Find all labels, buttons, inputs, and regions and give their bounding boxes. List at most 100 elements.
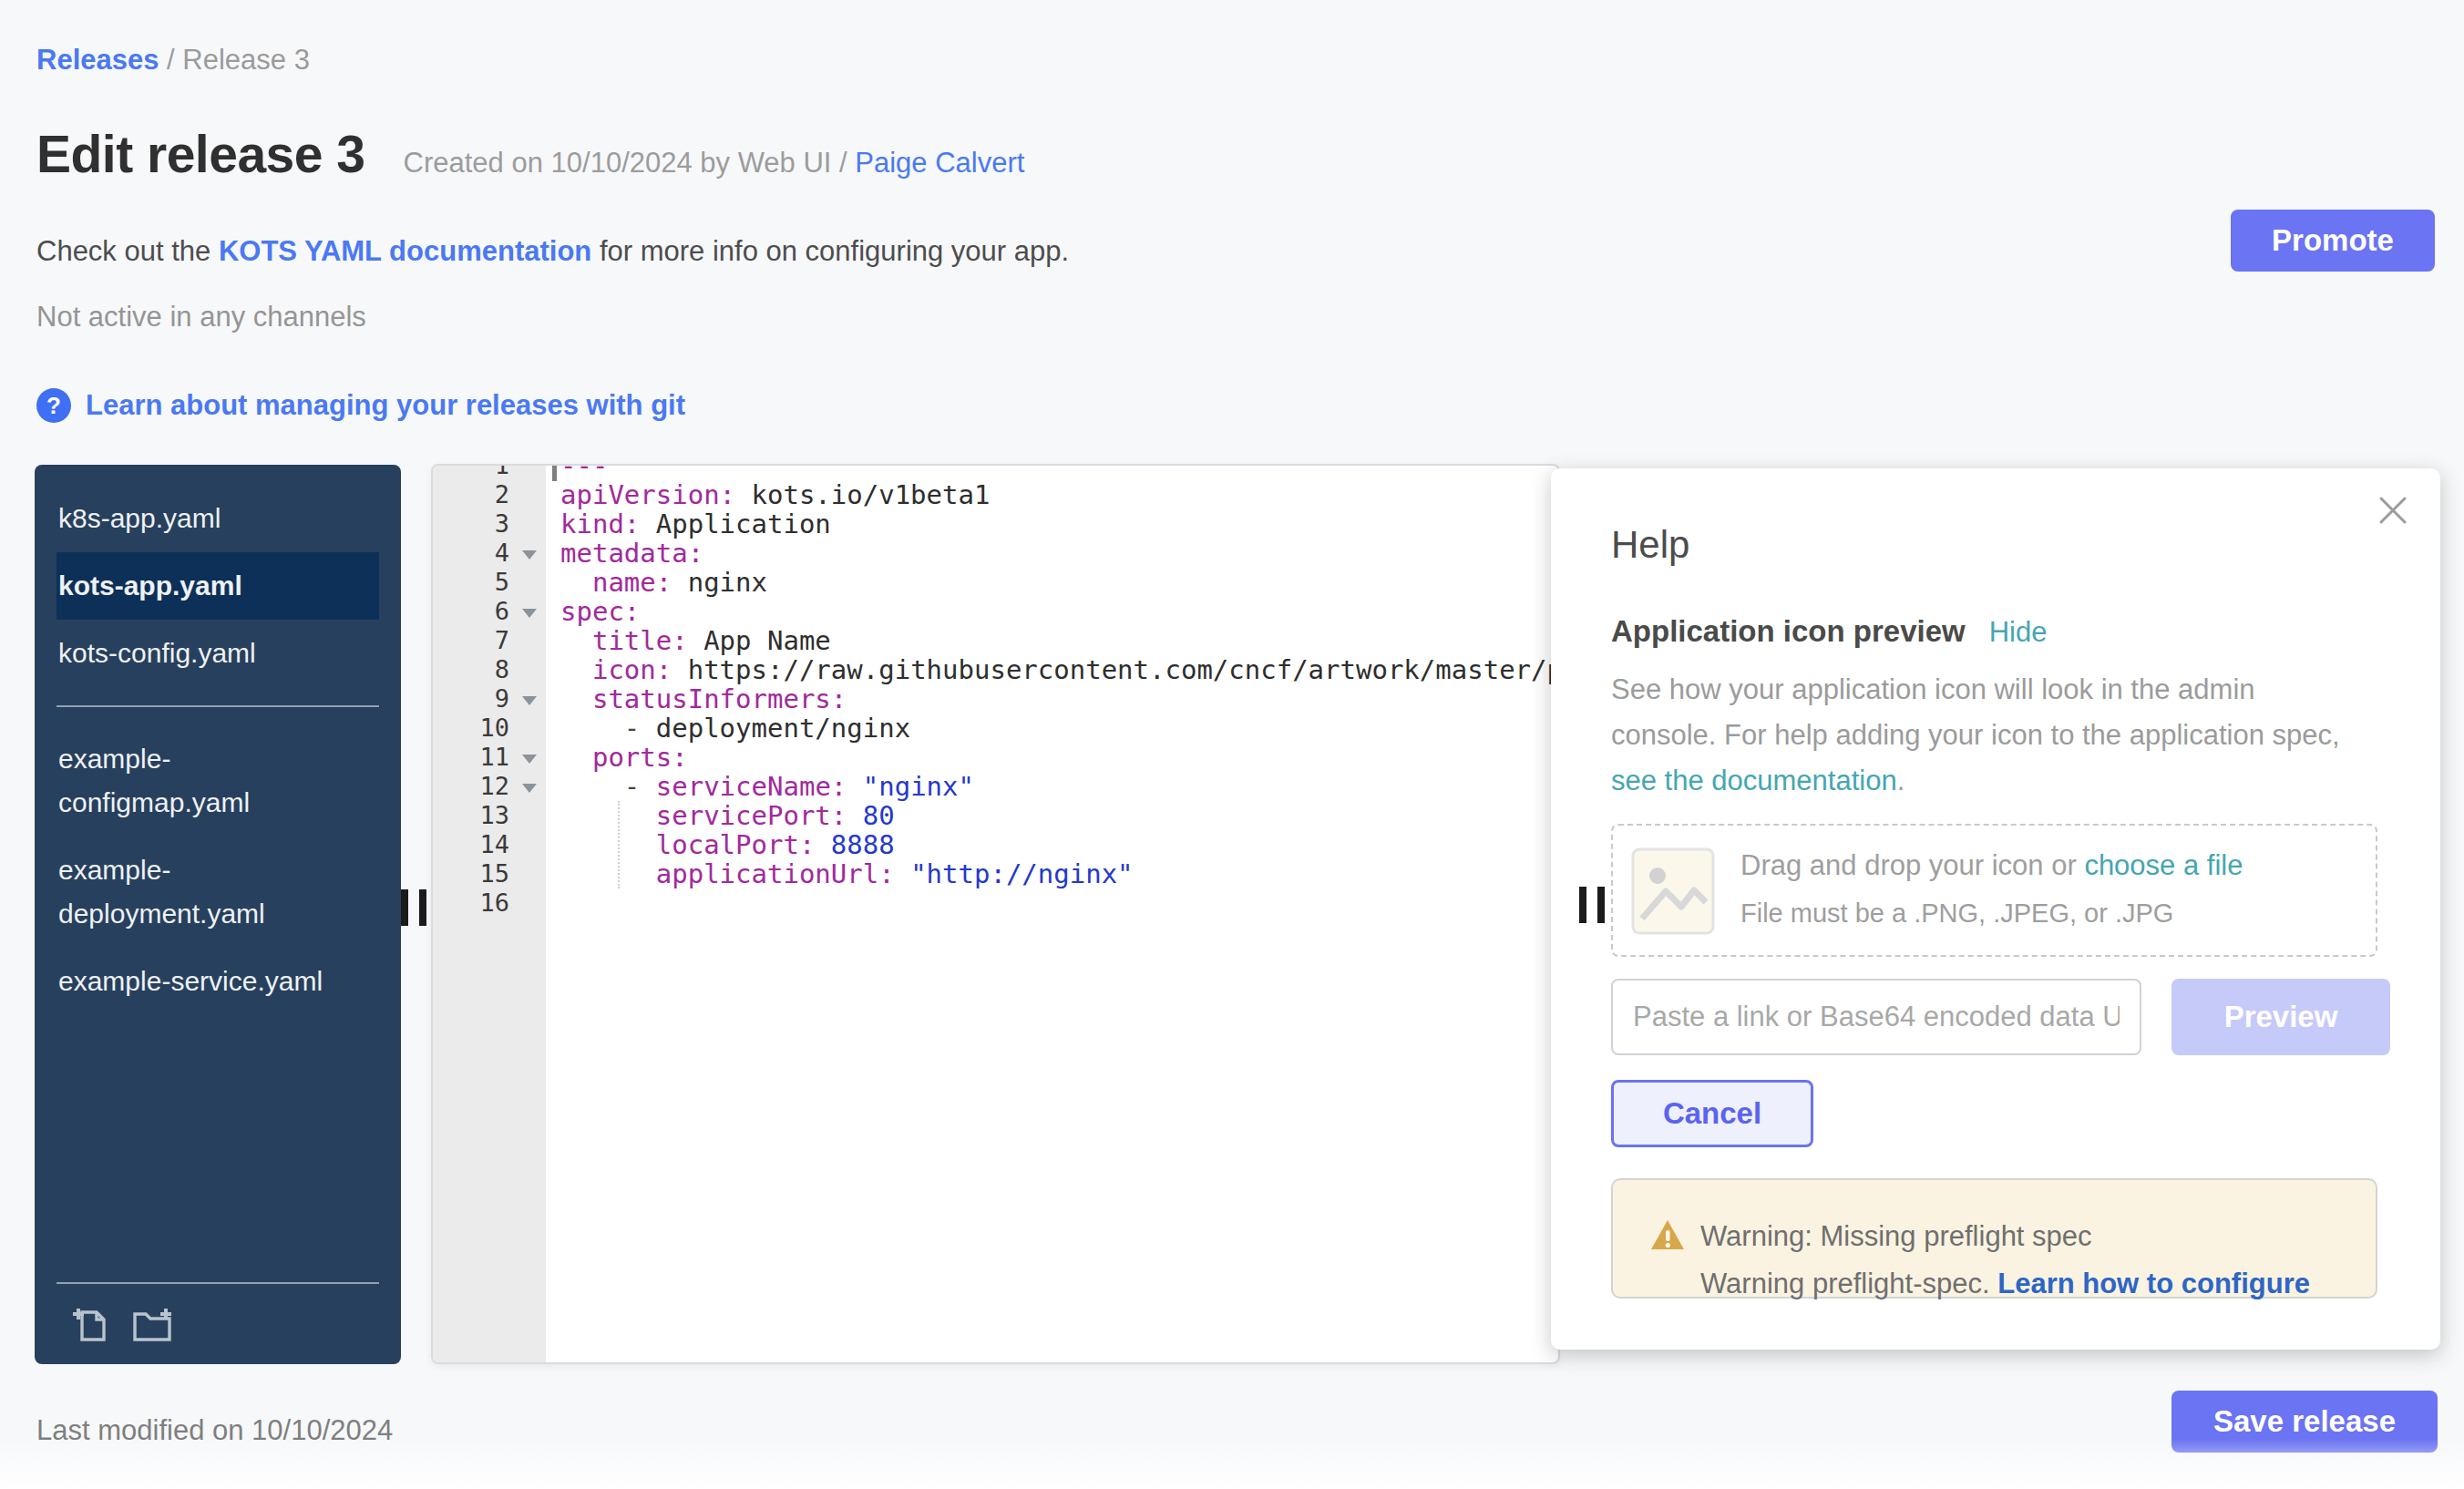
breadcrumb-releases-link[interactable]: Releases (36, 44, 159, 76)
intro-after: for more info on configuring your app. (591, 235, 1069, 267)
drop-instructions-text: Drag and drop your icon or (1740, 849, 2084, 881)
add-folder-icon[interactable] (129, 1303, 175, 1345)
fold-toggle-icon[interactable] (522, 696, 537, 705)
code-line-12: - serviceName: "nginx" (560, 772, 1558, 801)
gutter-line-12: 12 (433, 772, 546, 801)
gutter-line-8: 8 (433, 655, 546, 684)
file-item-k8s-app-yaml[interactable]: k8s-app.yaml (35, 485, 401, 552)
file-item-kots-app-yaml[interactable]: kots-app.yaml (56, 552, 379, 620)
gutter-line-1: 1 (433, 466, 546, 480)
intro-before: Check out the (36, 235, 219, 267)
fold-toggle-icon[interactable] (522, 755, 537, 764)
code-line-13: servicePort: 80 (560, 801, 1558, 830)
see-documentation-link[interactable]: see the documentation (1611, 765, 1897, 796)
help-panel: Help Application icon preview Hide See h… (1551, 468, 2440, 1350)
file-item-example-configmap-yaml[interactable]: example-configmap.yaml (35, 725, 401, 837)
gutter-line-2: 2 (433, 480, 546, 509)
pane-resize-handle-left[interactable] (401, 889, 426, 926)
file-sidebar: k8s-app.yamlkots-app.yamlkots-config.yam… (35, 465, 401, 1364)
kots-docs-link[interactable]: KOTS YAML documentation (219, 235, 591, 267)
code-line-15: applicationUrl: "http://nginx" (560, 859, 1558, 888)
learn-configure-link[interactable]: Learn how to configure (1997, 1268, 2310, 1299)
gutter-line-16: 16 (433, 888, 546, 918)
question-icon: ? (36, 388, 71, 423)
gutter-line-14: 14 (433, 830, 546, 859)
pane-resize-handle-right[interactable] (1579, 887, 1605, 923)
preflight-warning: Warning: Missing preflight spec Warning … (1611, 1178, 2377, 1299)
indent-guide (618, 801, 620, 888)
channel-status: Not active in any channels (36, 301, 366, 334)
warning-text: Warning: Missing preflight spec (1700, 1220, 2092, 1253)
icon-drop-area[interactable]: Drag and drop your icon or choose a file… (1611, 824, 2377, 957)
code-line-9: statusInformers: (560, 684, 1558, 714)
code-line-14: localPort: 8888 (560, 830, 1558, 859)
warning-detail-text: Warning preflight-spec. (1700, 1268, 1997, 1299)
gutter-line-6: 6 (433, 597, 546, 626)
section-title: Application icon preview (1611, 614, 1966, 649)
fold-toggle-icon[interactable] (522, 784, 537, 793)
gutter-line-11: 11 (433, 743, 546, 772)
created-info: Created on 10/10/2024 by Web UI / Paige … (404, 147, 1025, 180)
gutter-line-15: 15 (433, 859, 546, 888)
gutter-line-13: 13 (433, 801, 546, 830)
footer-fade (0, 1439, 2464, 1489)
header-row: Edit release 3 Created on 10/10/2024 by … (36, 124, 1024, 184)
close-icon[interactable] (2377, 494, 2409, 527)
fold-toggle-icon[interactable] (522, 550, 537, 560)
image-placeholder-icon (1631, 847, 1715, 935)
promote-button[interactable]: Promote (2231, 210, 2435, 272)
code-line-2: apiVersion: kots.io/v1beta1 (560, 480, 1558, 509)
icon-url-input[interactable] (1611, 979, 2141, 1055)
code-line-10: - deployment/nginx (560, 714, 1558, 743)
breadcrumb: Releases / Release 3 (36, 44, 310, 77)
file-item-kots-config-yaml[interactable]: kots-config.yaml (35, 620, 401, 687)
breadcrumb-current: Release 3 (182, 44, 310, 76)
icon-preview-section: Application icon preview Hide (1611, 614, 2048, 649)
preview-button[interactable]: Preview (2171, 979, 2390, 1055)
file-item-example-deployment-yaml[interactable]: example-deployment.yaml (35, 837, 401, 948)
yaml-editor[interactable]: 12345678910111213141516 ---apiVersion: k… (431, 464, 1560, 1364)
help-title: Help (1611, 523, 1689, 567)
git-help-row: ? Learn about managing your releases wit… (36, 388, 685, 423)
code-line-8: icon: https://raw.githubusercontent.com/… (560, 655, 1558, 684)
gutter-line-5: 5 (433, 568, 546, 597)
gutter-line-4: 4 (433, 539, 546, 568)
gutter-line-9: 9 (433, 684, 546, 714)
file-list: k8s-app.yamlkots-app.yamlkots-config.yam… (35, 465, 401, 1015)
breadcrumb-separator: / (159, 44, 182, 76)
intro-line: Check out the KOTS YAML documentation fo… (36, 235, 1069, 268)
code-line-3: kind: Application (560, 509, 1558, 539)
warning-icon (1649, 1218, 1686, 1251)
editor-cursor (552, 466, 557, 481)
file-group-divider (56, 705, 379, 707)
file-item-example-service-yaml[interactable]: example-service.yaml (35, 948, 401, 1015)
git-help-link[interactable]: Learn about managing your releases with … (86, 389, 685, 422)
add-file-icon[interactable] (69, 1303, 111, 1345)
hide-link[interactable]: Hide (1989, 616, 2048, 649)
fold-toggle-icon[interactable] (522, 609, 537, 618)
gutter-line-3: 3 (433, 509, 546, 539)
code-line-5: name: nginx (560, 568, 1558, 597)
sidebar-footer (56, 1282, 379, 1364)
editor-gutter: 12345678910111213141516 (433, 466, 546, 1362)
created-text: Created on 10/10/2024 by Web UI / (404, 147, 856, 179)
code-line-16 (560, 888, 1558, 918)
page-title: Edit release 3 (36, 124, 365, 184)
help-description-text: See how your application icon will look … (1611, 673, 2340, 751)
gutter-line-10: 10 (433, 714, 546, 743)
help-description: See how your application icon will look … (1611, 667, 2367, 804)
gutter-line-7: 7 (433, 626, 546, 655)
warning-detail: Warning preflight-spec. Learn how to con… (1700, 1268, 2310, 1300)
code-line-7: title: App Name (560, 626, 1558, 655)
help-description-period: . (1897, 765, 1905, 796)
choose-file-link[interactable]: choose a file (2084, 849, 2243, 881)
page: Releases / Release 3 Edit release 3 Crea… (0, 0, 2464, 1489)
code-line-6: spec: (560, 597, 1558, 626)
drop-instructions: Drag and drop your icon or choose a file (1740, 849, 2243, 882)
file-requirements: File must be a .PNG, .JPEG, or .JPG (1740, 899, 2173, 929)
cancel-button[interactable]: Cancel (1611, 1080, 1813, 1147)
code-line-11: ports: (560, 743, 1558, 772)
code-line-4: metadata: (560, 539, 1558, 568)
editor-code-area[interactable]: ---apiVersion: kots.io/v1beta1kind: Appl… (546, 466, 1558, 1362)
author-link[interactable]: Paige Calvert (855, 147, 1024, 179)
